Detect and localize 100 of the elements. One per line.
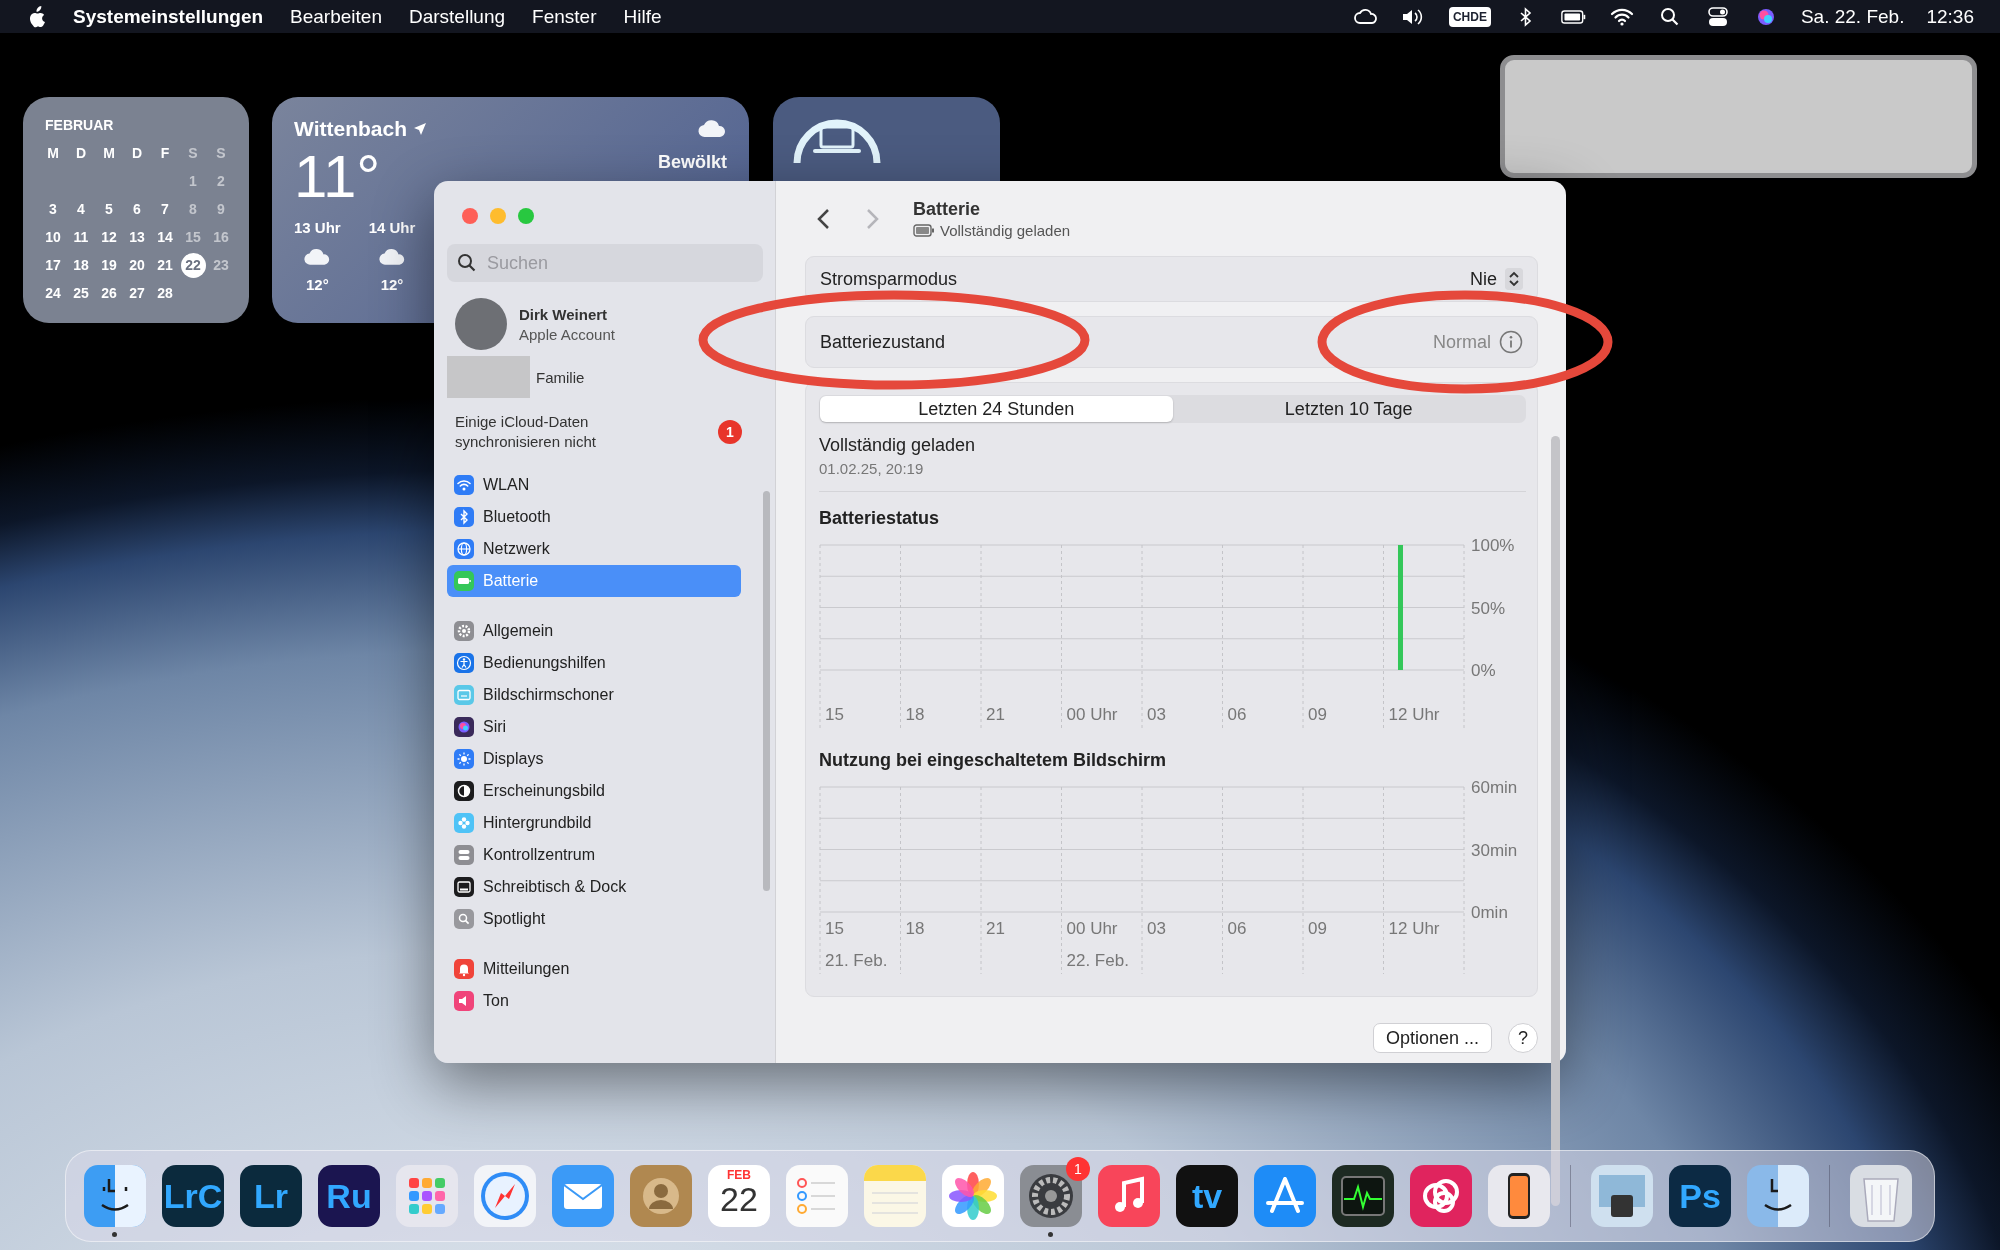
city-name: Wittenbach	[294, 117, 407, 141]
sidebar-item[interactable]: Netzwerk	[447, 533, 741, 565]
menu-bar-date[interactable]: Sa. 22. Feb.	[1800, 5, 1905, 28]
search-input[interactable]: Suchen	[485, 251, 729, 275]
sidebar-item[interactable]: Schreibtisch & Dock	[447, 871, 741, 903]
chevron-left-icon	[816, 207, 830, 230]
sidebar-item[interactable]: Hintergrundbild	[447, 807, 741, 839]
status-title: Vollständig geladen	[819, 435, 977, 456]
popup-value[interactable]: Nie	[1470, 268, 1497, 290]
pulse-graph-icon[interactable]	[1332, 1165, 1394, 1227]
weekday-label: S	[215, 144, 227, 163]
menu-item[interactable]: Bearbeiten	[290, 5, 382, 28]
photo-viewer-icon[interactable]	[1591, 1165, 1653, 1227]
calendar-day: 13	[123, 223, 151, 251]
menu-item[interactable]: Hilfe	[623, 5, 662, 28]
calendar-day: 12	[95, 223, 123, 251]
face-icon[interactable]	[1747, 1165, 1809, 1227]
gear-icon[interactable]	[1020, 1165, 1082, 1227]
checklist-icon[interactable]	[786, 1165, 848, 1227]
sidebar-item[interactable]: Bedienungshilfen	[447, 647, 741, 679]
cloud-icon	[303, 246, 332, 266]
calendar-day: 26	[95, 279, 123, 307]
sidebar-item[interactable]: Kontrollzentrum	[447, 839, 741, 871]
forecast-hour: 14 Uhr	[368, 219, 416, 236]
segment-tab[interactable]: Letzten 24 Stunden	[820, 396, 1173, 422]
x-axis-label: 12 Uhr	[1388, 705, 1440, 724]
battery-icon	[913, 223, 935, 237]
calendar-day: 2	[207, 167, 235, 195]
sidebar-item[interactable]: Bluetooth	[447, 501, 741, 533]
location-arrow-icon	[413, 122, 427, 136]
rings-icon[interactable]	[1410, 1165, 1472, 1227]
sidebar-item[interactable]: Siri	[447, 711, 741, 743]
weekday-label: S	[187, 144, 199, 163]
calendar-day: 27	[123, 279, 151, 307]
calendar-day: 10	[39, 223, 67, 251]
trash-can-icon[interactable]	[1850, 1165, 1912, 1227]
x-axis-label: 00 Uhr	[1066, 705, 1118, 724]
sidebar-item[interactable]: Displays	[447, 743, 741, 775]
segment-tab[interactable]: Letzten 10 Tage	[1172, 396, 1525, 422]
calendar-day: 6	[123, 195, 151, 223]
sidebar-item[interactable]: Erscheinungsbild	[447, 775, 741, 807]
account-subtitle: Apple Account	[519, 325, 615, 343]
calendar-day: 9	[207, 195, 235, 223]
x-axis-label: 06	[1227, 705, 1247, 724]
scrollbar[interactable]	[763, 491, 770, 891]
input-source-badge[interactable]: CHDE	[1448, 6, 1491, 27]
x-axis-label: 21	[986, 919, 1005, 938]
face-icon[interactable]	[84, 1165, 146, 1227]
sync-warning[interactable]: Einige iCloud-Daten synchronisieren nicht	[455, 412, 635, 451]
battery-widget[interactable]	[773, 97, 1000, 181]
status-date: 01.02.25, 20:19	[819, 460, 1526, 492]
menu-item[interactable]: Darstellung	[408, 5, 506, 28]
chart-title: Batteriestatus	[819, 508, 941, 529]
app-menu[interactable]: Systemeinstellungen	[73, 5, 264, 28]
avatar[interactable]	[455, 298, 507, 350]
letter-a-shape-icon[interactable]	[1254, 1165, 1316, 1227]
calendar-day: 28	[151, 279, 179, 307]
sidebar-item[interactable]: Ton	[447, 985, 741, 1017]
calendar-day: 16	[207, 223, 235, 251]
music-note-icon[interactable]	[1098, 1165, 1160, 1227]
sidebar-item[interactable]: Spotlight	[447, 903, 741, 935]
app-grid-icon[interactable]	[396, 1165, 458, 1227]
compass-icon[interactable]	[474, 1165, 536, 1227]
account-name[interactable]: Dirk Weinert	[519, 305, 615, 323]
app-icon[interactable]: LrC	[162, 1165, 224, 1227]
app-icon[interactable]: Ru	[318, 1165, 380, 1227]
menu-bar-time[interactable]: 12:36	[1926, 5, 1974, 28]
page-subtitle: Vollständig geladen	[940, 221, 1071, 239]
sidebar-item[interactable]: Allgemein	[447, 615, 741, 647]
calendar-day: 18	[67, 251, 95, 279]
info-icon[interactable]	[1499, 330, 1523, 354]
forecast-hour: 13 Uhr	[294, 219, 341, 236]
calendar-app-icon[interactable]: FEB 22	[708, 1165, 770, 1227]
family-label[interactable]: Familie	[536, 368, 585, 386]
app-icon[interactable]: tv	[1176, 1165, 1238, 1227]
calendar-widget[interactable]: FEBRUAR M D M D F S S 1 2 3 4 5 6 7 8 9 10 11 12 13 14 15 16 17 18 19 20 21 22 23 24 25 26 27 28	[23, 97, 249, 323]
calendar-day: 5	[95, 195, 123, 223]
app-icon[interactable]: Ps	[1669, 1165, 1731, 1227]
weekday-label: M	[46, 144, 60, 163]
flower-icon[interactable]	[942, 1165, 1004, 1227]
x-axis-label: 03	[1147, 705, 1166, 724]
person-icon[interactable]	[630, 1165, 692, 1227]
app-icon[interactable]: Lr	[240, 1165, 302, 1227]
apple-logo-icon[interactable]	[28, 5, 46, 28]
scrollbar[interactable]	[1551, 436, 1560, 1206]
close-button[interactable]	[462, 208, 478, 224]
help-button[interactable]: ?	[1508, 1023, 1538, 1053]
calendar-day: 1	[179, 167, 207, 195]
sidebar-item[interactable]: WLAN	[447, 469, 741, 501]
calendar-day: 19	[95, 251, 123, 279]
search-bar[interactable]: Suchen	[447, 244, 763, 282]
x-axis-label: 06	[1227, 919, 1247, 938]
calendar-day: 23	[207, 251, 235, 279]
phone-icon[interactable]	[1488, 1165, 1550, 1227]
sidebar-item[interactable]: Mitteilungen	[447, 953, 741, 985]
options-button[interactable]: Optionen ...	[1372, 1023, 1492, 1053]
sidebar-item[interactable]: Bildschirmschoner	[447, 679, 741, 711]
forecast-temperature: 12°	[380, 275, 404, 293]
envelope-icon[interactable]	[552, 1165, 614, 1227]
menu-item[interactable]: Fenster	[532, 5, 597, 28]
